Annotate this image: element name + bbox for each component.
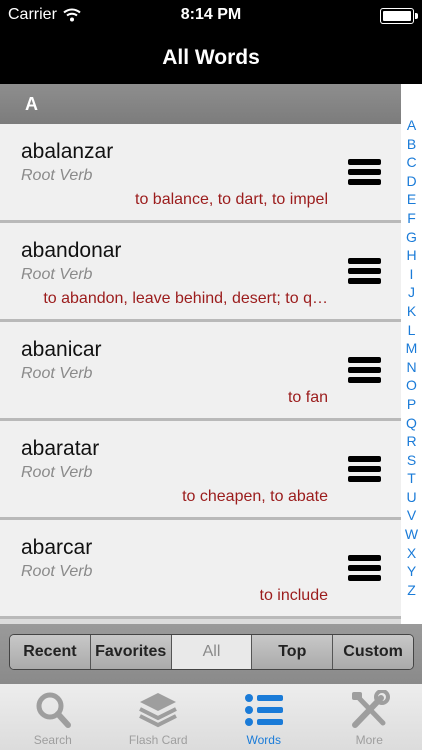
section-header: A [0,84,401,124]
reorder-handle-icon[interactable] [348,555,381,585]
index-letter[interactable]: Y [407,562,416,581]
index-letter[interactable]: N [406,358,416,377]
word-meaning: to fan [287,389,328,406]
tab-words[interactable]: Words [211,684,317,750]
reorder-handle-icon[interactable] [348,159,381,189]
index-letter[interactable]: S [407,451,416,470]
word-row[interactable]: abandonar Root Verb to abandon, leave behi… [0,223,401,322]
word-row[interactable]: abalanzar Root Verb to balance, to dart, t… [0,124,401,223]
filter-segmented-control: Recent Favorites All Top Custom [9,634,414,670]
word-title: abandonar [21,239,122,262]
index-letter[interactable]: L [408,321,416,340]
index-letter[interactable]: A [407,116,416,135]
segment-all[interactable]: All [170,635,252,669]
word-part-of-speech: Root Verb [21,266,93,283]
segment-custom[interactable]: Custom [332,635,413,669]
index-letter[interactable]: Q [406,414,417,433]
index-letter[interactable]: M [406,339,418,358]
index-letter[interactable]: Z [407,581,416,600]
index-letter[interactable]: U [406,488,416,507]
word-list: abalanzar Root Verb to balance, to dart, t… [0,124,401,619]
page-title: All Words [162,46,260,69]
index-letter[interactable]: B [407,135,416,154]
tab-label: Flash Card [128,733,188,747]
segment-favorites[interactable]: Favorites [89,635,171,669]
word-row[interactable]: abaratar Root Verb to cheapen, to abate [0,421,401,520]
segment-recent[interactable]: Recent [10,635,90,669]
word-title: abaratar [21,437,100,460]
index-letter[interactable]: P [407,395,416,414]
index-letter[interactable]: D [406,172,416,191]
status-bar: Carrier 8:14 PM [0,0,422,32]
word-meaning: to balance, to dart, to impel [135,191,328,208]
reorder-handle-icon[interactable] [348,357,381,387]
word-part-of-speech: Root Verb [21,167,93,184]
index-letter[interactable]: X [407,544,416,563]
status-time: 8:14 PM [180,6,242,23]
tab-label: Search [33,733,72,747]
index-letter[interactable]: T [407,469,416,488]
index-letter[interactable]: G [406,228,417,247]
index-letter[interactable]: E [407,190,416,209]
word-part-of-speech: Root Verb [21,464,93,481]
alphabet-index[interactable]: ABCDEFGHIJKLMNOPQRSTUVWXYZ [401,84,422,624]
word-part-of-speech: Root Verb [21,563,93,580]
index-letter[interactable]: R [406,432,416,451]
filter-bar: Recent Favorites All Top Custom [0,624,422,684]
index-letter[interactable]: C [406,153,416,172]
tools-icon [347,689,391,730]
segment-top[interactable]: Top [251,635,333,669]
tab-bar: Search Flash Card Words More [0,684,422,750]
word-meaning: to include [259,587,329,604]
tab-label: More [355,733,383,747]
word-title: abarcar [21,536,93,559]
tab-label: Words [246,733,281,747]
word-title: abanicar [21,338,102,361]
reorder-handle-icon[interactable] [348,258,381,288]
battery-icon [380,8,418,24]
tab-search[interactable]: Search [0,684,106,750]
index-letter[interactable]: K [407,302,416,321]
word-meaning: to abandon, leave behind, desert; to q… [43,290,328,307]
navigation-bar: All Words [0,32,422,84]
index-letter[interactable]: H [406,246,416,265]
word-part-of-speech: Root Verb [21,365,93,382]
index-letter[interactable]: J [408,283,415,302]
list-icon [242,690,286,730]
search-icon [31,690,75,730]
index-letter[interactable]: I [410,265,414,284]
index-letter[interactable]: O [406,376,417,395]
index-letter[interactable]: V [407,506,416,525]
tab-more[interactable]: More [317,684,422,750]
word-meaning: to cheapen, to abate [182,488,328,505]
word-row[interactable]: abanicar Root Verb to fan [0,322,401,421]
layers-icon [136,690,180,730]
word-row[interactable]: abarcar Root Verb to include [0,520,401,619]
word-title: abalanzar [21,140,114,163]
reorder-handle-icon[interactable] [348,456,381,486]
tab-flash-card[interactable]: Flash Card [106,684,212,750]
index-letter[interactable]: W [405,525,418,544]
index-letter[interactable]: F [407,209,416,228]
word-list-view[interactable]: A abalanzar Root Verb to balance, to dart,… [0,84,422,624]
